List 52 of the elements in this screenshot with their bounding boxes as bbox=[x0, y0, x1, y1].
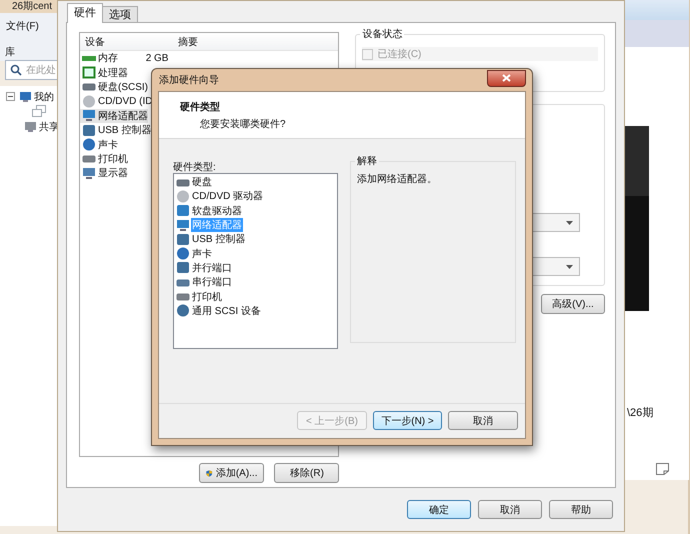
shared-icon bbox=[24, 120, 37, 132]
dialog-button[interactable]: 确定 bbox=[407, 500, 471, 519]
wizard-button[interactable]: 下一步(N) > bbox=[373, 411, 442, 430]
hardware-item[interactable]: 并行端口 bbox=[191, 260, 233, 275]
window-title: 添加硬件向导 bbox=[159, 74, 219, 87]
explanation-text: 添加网络适配器。 bbox=[357, 172, 438, 186]
network-icon bbox=[82, 109, 96, 122]
wizard-button[interactable]: 取消 bbox=[448, 411, 518, 430]
device-item[interactable]: 显示器 bbox=[80, 166, 128, 180]
dropdown-arrow-icon bbox=[566, 264, 574, 268]
hardware-item[interactable]: 硬盘 bbox=[191, 175, 213, 190]
page-subheading: 您要安装哪类硬件? bbox=[199, 118, 287, 131]
tab[interactable]: 选项 bbox=[102, 6, 138, 23]
hardware-item[interactable]: 通用 SCSI 设备 bbox=[191, 304, 262, 318]
dialog-button[interactable]: 移除(R) bbox=[274, 463, 340, 483]
device-item[interactable]: 硬盘(SCSI) bbox=[80, 80, 148, 94]
monitor-icon bbox=[82, 166, 96, 180]
menu-item[interactable]: 文件(F) bbox=[6, 19, 39, 37]
dropdown-arrow-icon bbox=[566, 220, 574, 224]
window-title: 26期cent bbox=[12, 1, 52, 12]
computer-icon bbox=[19, 90, 32, 102]
page-heading: 硬件类型 bbox=[180, 100, 221, 114]
column-header[interactable]: 摘要 bbox=[173, 34, 198, 48]
device-item[interactable]: 声卡 bbox=[80, 138, 118, 152]
hardware-item[interactable]: 声卡 bbox=[191, 246, 213, 261]
column-header[interactable]: 设备 bbox=[80, 34, 173, 48]
device-summary: 2 GB bbox=[144, 52, 168, 64]
network-icon bbox=[176, 218, 190, 232]
close-icon bbox=[502, 74, 511, 82]
hardware-item[interactable]: USB 控制器 bbox=[191, 232, 246, 246]
collapse-toggle[interactable] bbox=[6, 92, 15, 101]
search-icon bbox=[10, 64, 22, 76]
hardware-item[interactable]: 软盘驱动器 bbox=[191, 204, 243, 218]
note-icon[interactable] bbox=[656, 463, 669, 475]
advanced-button[interactable]: 高级(V)... bbox=[541, 294, 605, 314]
list-label: 硬件类型: bbox=[173, 160, 217, 173]
tab[interactable]: 硬件 bbox=[67, 3, 103, 23]
device-item[interactable]: 打印机 bbox=[80, 152, 128, 166]
tree-item[interactable]: 我的 bbox=[34, 90, 54, 104]
device-item[interactable]: USB 控制器 bbox=[80, 123, 152, 138]
device-item[interactable]: 处理器 bbox=[80, 66, 128, 80]
hardware-item[interactable]: 串行端口 bbox=[191, 275, 233, 290]
path-text: \26期 bbox=[627, 406, 654, 420]
hardware-item[interactable]: 打印机 bbox=[191, 290, 223, 304]
close-button[interactable] bbox=[487, 70, 526, 86]
dialog-button[interactable]: 帮助 bbox=[549, 500, 613, 519]
device-item[interactable]: 网络适配器 bbox=[80, 108, 148, 123]
group-title: 设备状态 bbox=[360, 27, 404, 41]
dialog-button[interactable]: 取消 bbox=[478, 500, 542, 519]
dialog-button[interactable]: 添加(A)... bbox=[199, 463, 264, 483]
hardware-item[interactable]: CD/DVD 驱动器 bbox=[191, 189, 264, 204]
group-title: 解释 bbox=[355, 154, 379, 168]
